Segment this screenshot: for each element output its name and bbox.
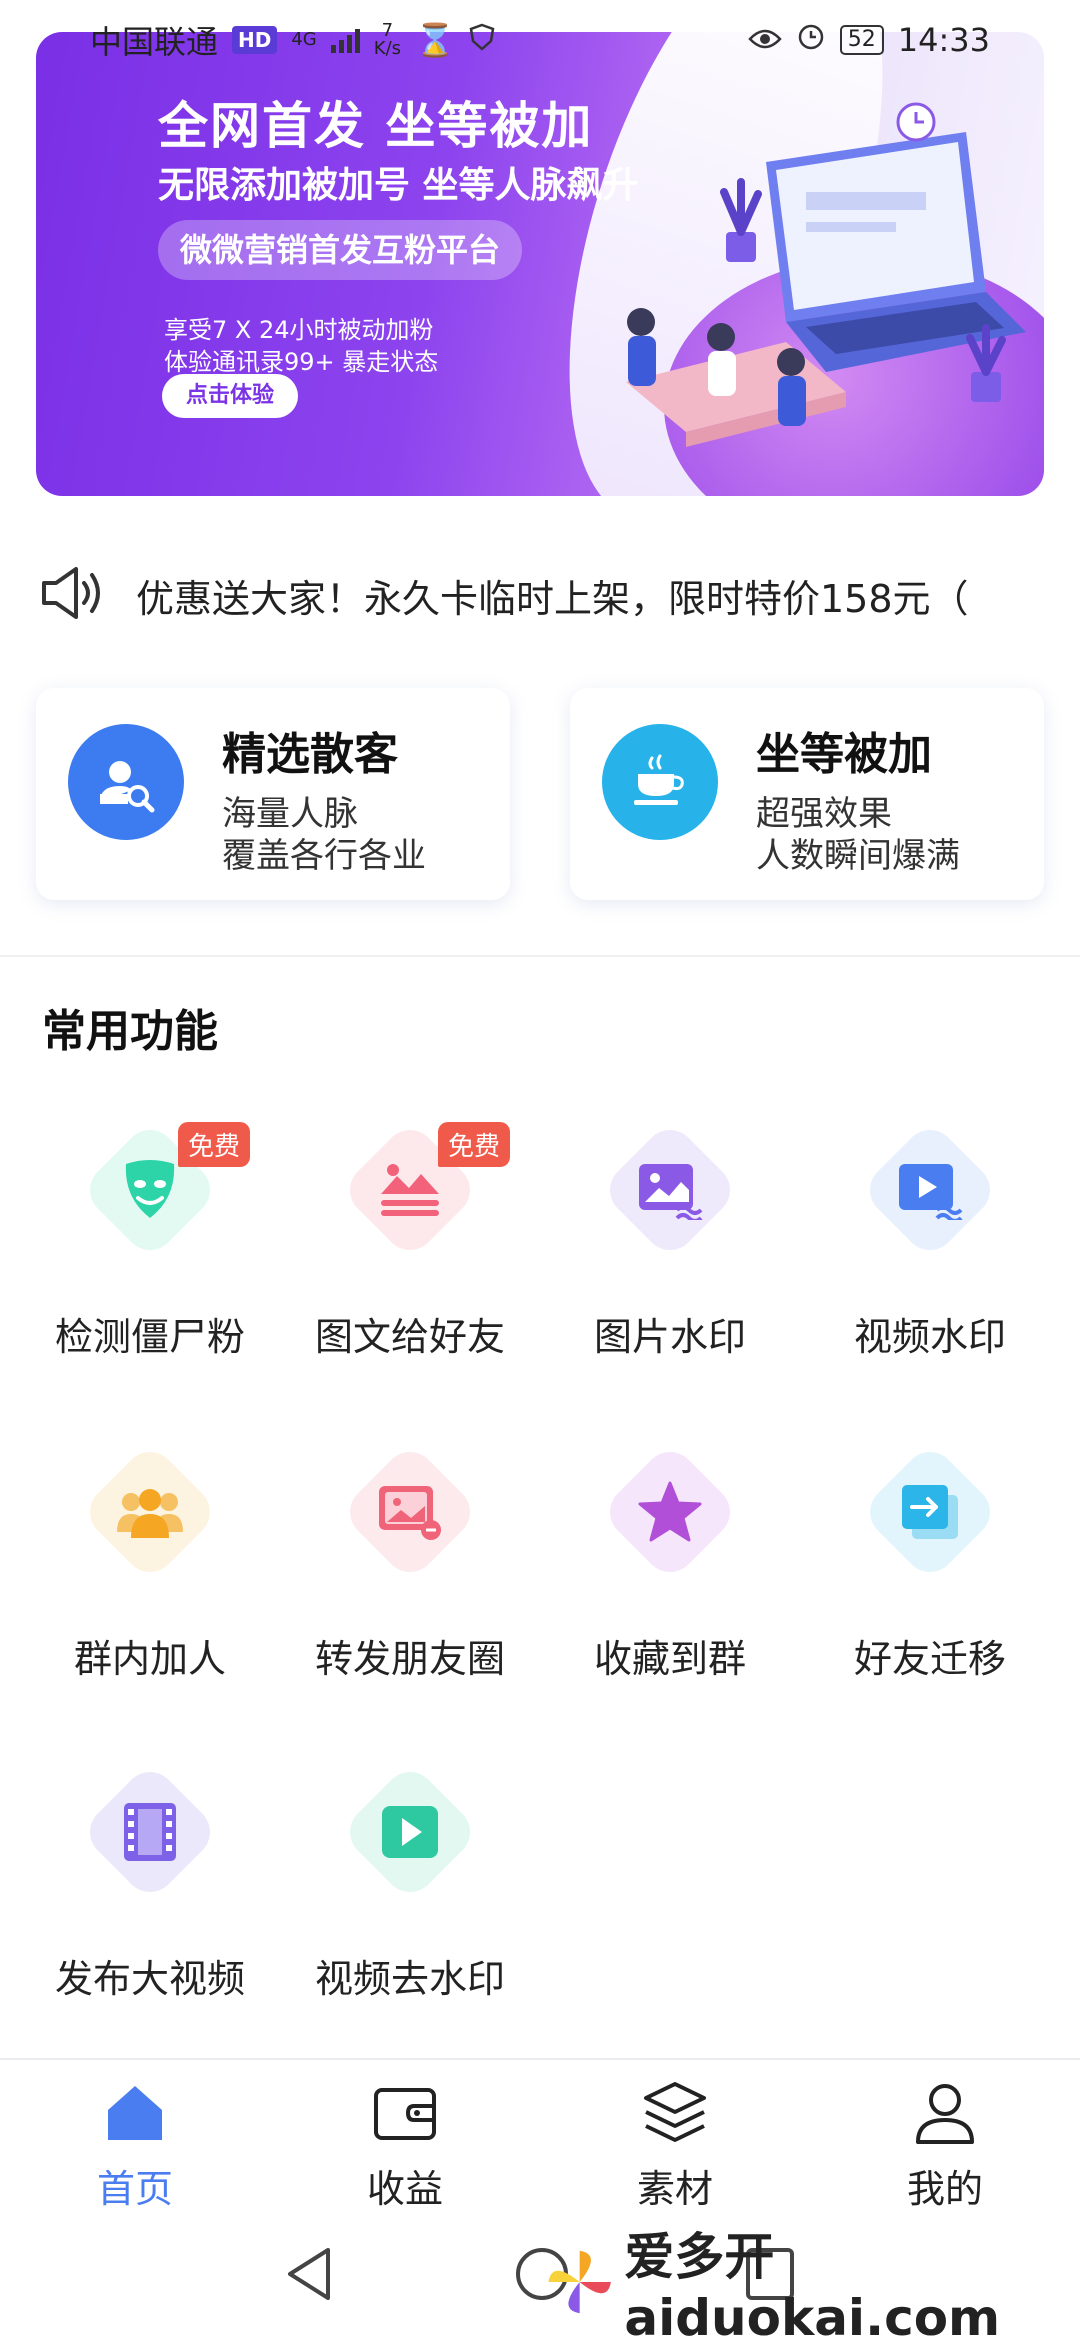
feature-label: 发布大视频 bbox=[54, 1957, 245, 2001]
feature-share-moments[interactable]: 转发朋友圈 bbox=[270, 1441, 530, 1692]
feature-remove-video-watermark[interactable]: 视频去水印 bbox=[270, 1761, 530, 2012]
office-illustration-icon bbox=[626, 102, 1026, 447]
status-right: 52 14:33 bbox=[748, 21, 990, 59]
layers-icon bbox=[644, 2082, 706, 2142]
alarm-icon bbox=[796, 21, 826, 59]
announcement-text: 优惠送大家！永久卡临时上架，限时特价158元（ bbox=[136, 576, 969, 621]
feature-label: 检测僵尸粉 bbox=[54, 1315, 245, 1359]
user-icon bbox=[916, 2084, 974, 2144]
feature-label: 好友迁移 bbox=[853, 1637, 1006, 1681]
feature-icon-wrap bbox=[339, 1761, 481, 1903]
share-moments-icon bbox=[350, 1452, 470, 1572]
feature-image-watermark[interactable]: 图片水印 bbox=[530, 1119, 790, 1370]
card-selected-customers[interactable]: 精选散客 海量人脉 覆盖各行各业 bbox=[36, 688, 510, 900]
nav-label: 我的 bbox=[906, 2167, 983, 2211]
feature-label: 视频水印 bbox=[853, 1315, 1006, 1359]
video-watermark-icon bbox=[870, 1130, 990, 1250]
feature-video-watermark[interactable]: 视频水印 bbox=[790, 1119, 1050, 1370]
free-badge: 免费 bbox=[438, 1122, 511, 1167]
network-type: 4G bbox=[291, 29, 317, 50]
signal-icon bbox=[330, 27, 360, 53]
site-watermark: 爱多开aiduokai.com bbox=[545, 2228, 1080, 2347]
watermark-text: 爱多开aiduokai.com bbox=[624, 2228, 1001, 2347]
feature-group-add-people[interactable]: 群内加人 bbox=[10, 1441, 270, 1692]
feature-save-to-group[interactable]: 收藏到群 bbox=[530, 1441, 790, 1692]
banner-cta-button[interactable]: 点击体验 bbox=[162, 374, 298, 418]
net-speed-unit: K/s bbox=[373, 38, 402, 59]
section-title: 常用功能 bbox=[42, 1006, 218, 1057]
status-left: 中国联通 HD 4G 7 K/s ⌛ bbox=[90, 17, 495, 63]
feature-label: 图文给好友 bbox=[314, 1315, 505, 1359]
feature-icon-wrap bbox=[599, 1119, 741, 1261]
banner-line-1: 享受7 X 24小时被动加粉 bbox=[164, 316, 434, 344]
nav-materials[interactable]: 素材 bbox=[540, 2060, 810, 2220]
back-icon[interactable] bbox=[282, 2244, 338, 2304]
play-icon bbox=[350, 1772, 470, 1892]
home-icon bbox=[108, 2086, 162, 2140]
nav-earnings[interactable]: 收益 bbox=[270, 2060, 540, 2220]
film-icon bbox=[90, 1772, 210, 1892]
section-divider bbox=[0, 955, 1080, 957]
feature-label: 视频去水印 bbox=[314, 1957, 505, 2001]
pinwheel-logo-icon bbox=[548, 2250, 611, 2314]
nav-label: 首页 bbox=[96, 2167, 173, 2211]
feature-publish-video[interactable]: 发布大视频 bbox=[10, 1761, 270, 2012]
feature-label: 图片水印 bbox=[593, 1315, 746, 1359]
card-title: 精选散客 bbox=[222, 729, 398, 780]
card-title: 坐等被加 bbox=[756, 729, 932, 780]
migrate-icon bbox=[870, 1452, 990, 1572]
coffee-cup-icon bbox=[602, 724, 718, 840]
megaphone-icon bbox=[40, 565, 106, 625]
feature-label: 转发朋友圈 bbox=[314, 1637, 505, 1681]
card-line-2: 人数瞬间爆满 bbox=[756, 836, 960, 876]
star-icon bbox=[610, 1452, 730, 1572]
free-badge: 免费 bbox=[178, 1122, 251, 1167]
feature-label: 收藏到群 bbox=[593, 1637, 746, 1681]
feature-icon-wrap bbox=[859, 1119, 1001, 1261]
nav-home[interactable]: 首页 bbox=[0, 2060, 270, 2220]
banner-subtitle: 无限添加被加号 坐等人脉飙升 bbox=[158, 165, 639, 206]
hourglass-icon: ⌛ bbox=[415, 21, 455, 59]
nav-label: 收益 bbox=[366, 2167, 443, 2211]
promo-banner[interactable]: 全网首发 坐等被加 无限添加被加号 坐等人脉飙升 微微营销首发互粉平台 享受7 … bbox=[36, 32, 1044, 496]
status-bar: 中国联通 HD 4G 7 K/s ⌛ 52 14:33 bbox=[0, 0, 1080, 80]
feature-send-image-to-friends[interactable]: 免费 图文给好友 bbox=[270, 1119, 530, 1370]
eye-icon bbox=[748, 21, 782, 59]
bottom-navigation: 首页 收益 素材 我的 bbox=[0, 2058, 1080, 2220]
card-line-2: 覆盖各行各业 bbox=[222, 836, 426, 876]
image-watermark-icon bbox=[610, 1130, 730, 1250]
clock: 14:33 bbox=[897, 21, 990, 59]
wallet-icon bbox=[374, 2088, 436, 2140]
nav-label: 素材 bbox=[636, 2167, 713, 2211]
user-search-icon bbox=[68, 724, 184, 840]
feature-icon-wrap bbox=[859, 1441, 1001, 1583]
banner-pill: 微微营销首发互粉平台 bbox=[158, 220, 523, 280]
net-speed: 7 K/s bbox=[374, 22, 401, 58]
feature-label: 群内加人 bbox=[73, 1637, 226, 1681]
announcement-bar[interactable]: 优惠送大家！永久卡临时上架，限时特价158元（ bbox=[40, 560, 1050, 630]
feature-icon-wrap bbox=[599, 1441, 741, 1583]
nav-profile[interactable]: 我的 bbox=[810, 2060, 1080, 2220]
card-wait-to-be-added[interactable]: 坐等被加 超强效果 人数瞬间爆满 bbox=[570, 688, 1044, 900]
hd-icon: HD bbox=[232, 26, 278, 54]
banner-title: 全网首发 坐等被加 bbox=[158, 97, 594, 155]
feature-icon-wrap bbox=[79, 1441, 221, 1583]
feature-icon-wrap bbox=[339, 1441, 481, 1583]
feature-icon-wrap bbox=[79, 1761, 221, 1903]
feature-detect-zombie-fans[interactable]: 免费 检测僵尸粉 bbox=[10, 1119, 270, 1370]
carrier-label: 中国联通 bbox=[90, 23, 219, 61]
group-users-icon bbox=[90, 1452, 210, 1572]
shield-icon bbox=[469, 21, 495, 59]
feature-friend-migration[interactable]: 好友迁移 bbox=[790, 1441, 1050, 1692]
battery-icon: 52 bbox=[839, 25, 884, 55]
banner-line-2: 体验通讯录99+ 暴走状态 bbox=[164, 348, 439, 376]
